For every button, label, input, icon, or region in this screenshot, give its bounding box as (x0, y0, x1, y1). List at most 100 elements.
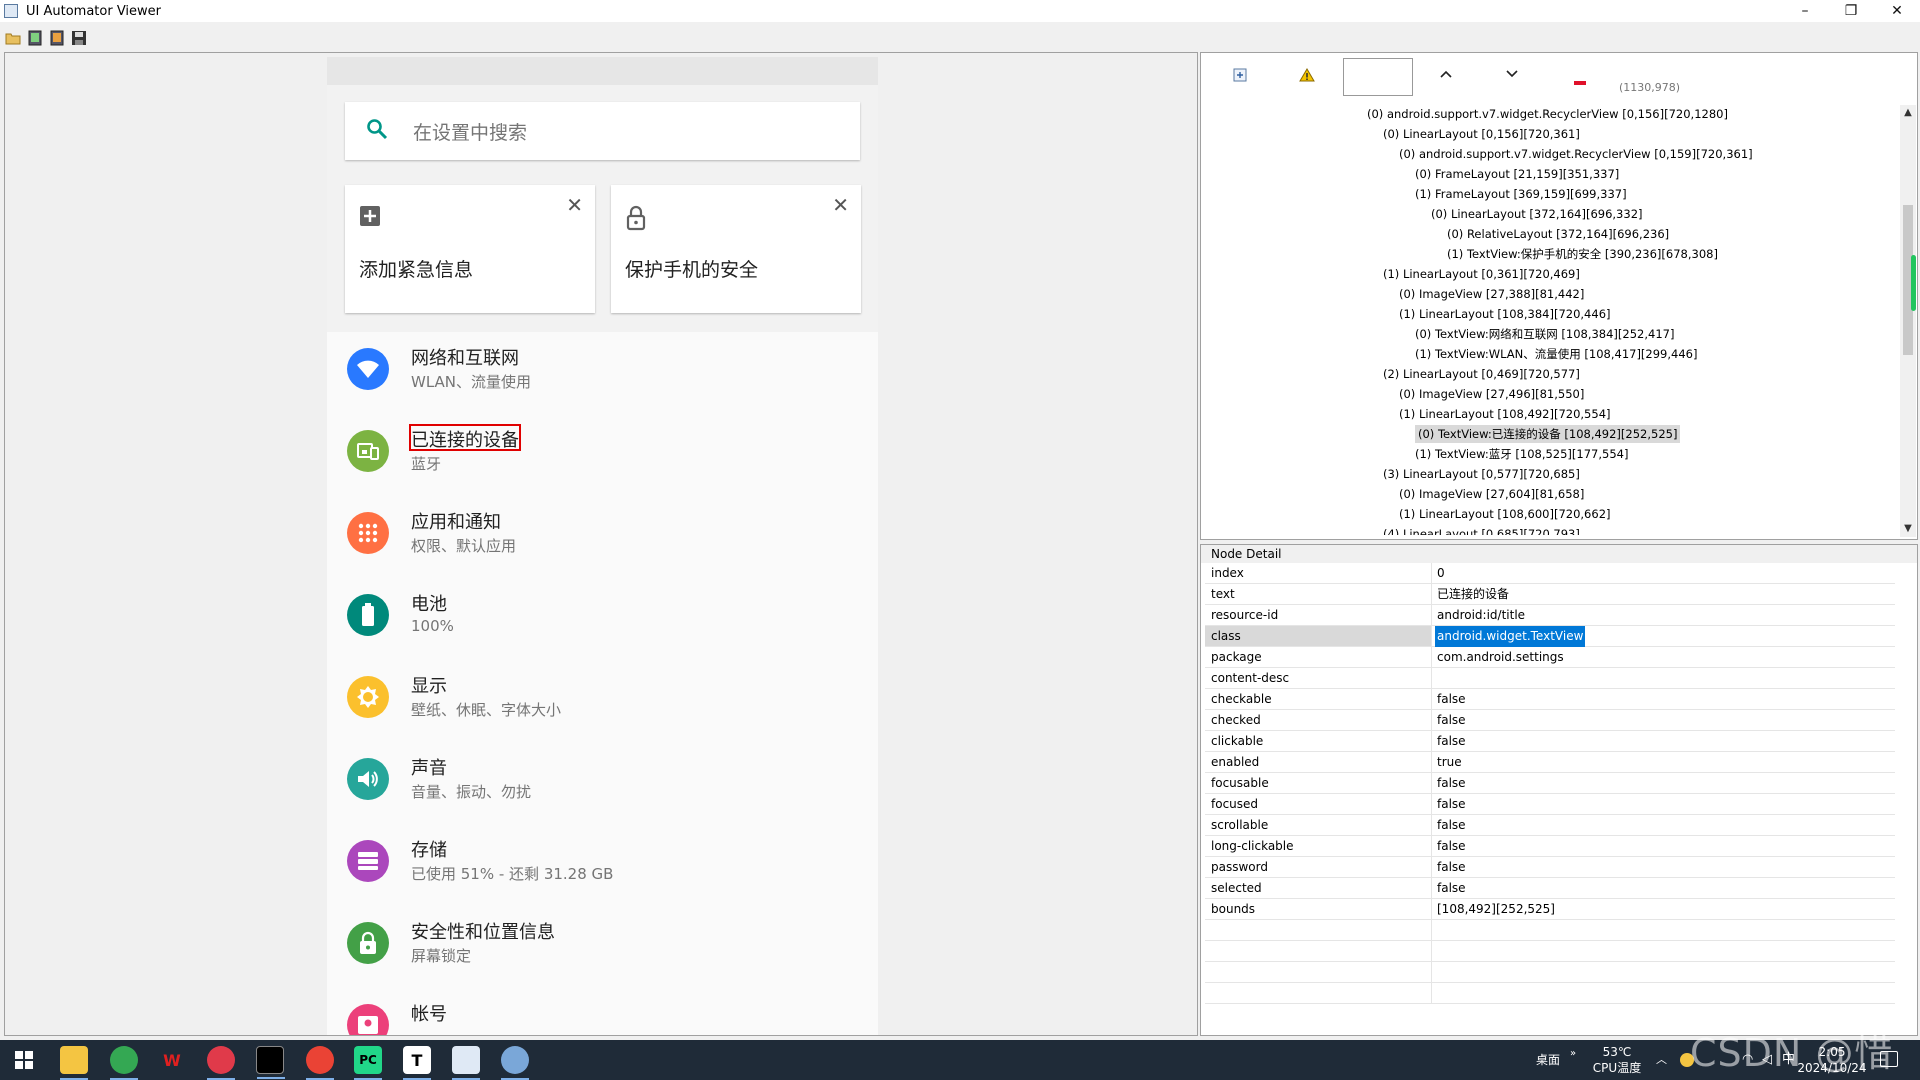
maximize-button[interactable]: ❐ (1828, 0, 1874, 22)
detail-row[interactable]: content-desc (1205, 668, 1895, 689)
browser-icon[interactable] (110, 1046, 138, 1080)
chrome-icon[interactable] (306, 1046, 334, 1080)
tree-node[interactable]: (0) android.support.v7.widget.RecyclerVi… (1399, 145, 1753, 163)
device-screenshot-compressed-icon[interactable] (48, 29, 66, 47)
detail-value[interactable]: false (1437, 689, 1466, 710)
tray-expand-icon[interactable]: ︿ (1656, 1040, 1667, 1080)
close-icon[interactable]: ✕ (832, 193, 849, 217)
minimize-button[interactable]: – (1782, 0, 1828, 22)
tree-node[interactable]: (1) TextView:WLAN、流量使用 [108,417][299,446… (1415, 345, 1697, 363)
settings-item-sound[interactable]: 声音 音量、振动、勿扰 (327, 742, 878, 824)
detail-row[interactable] (1205, 983, 1895, 1004)
detail-row[interactable] (1205, 920, 1895, 941)
detail-row[interactable]: long-clickable false (1205, 836, 1895, 857)
settings-item-security[interactable]: 安全性和位置信息 屏幕锁定 (327, 906, 878, 988)
detail-row[interactable]: selected false (1205, 878, 1895, 899)
detail-row[interactable]: resource-id android:id/title (1205, 605, 1895, 626)
tree-node[interactable]: (1) FrameLayout [369,159][699,337] (1415, 185, 1627, 203)
tree-node[interactable]: (0) ImageView [27,604][81,658] (1399, 485, 1584, 503)
tree-node[interactable]: (0) TextView:已连接的设备 [108,492][252,525] (1415, 425, 1681, 443)
detail-row[interactable]: class android.widget.TextView (1205, 626, 1895, 647)
tree-node[interactable]: (0) ImageView [27,496][81,550] (1399, 385, 1584, 403)
detail-value[interactable]: false (1437, 857, 1466, 878)
detail-row[interactable] (1205, 941, 1895, 962)
more-toolbars-icon[interactable]: » (1570, 1040, 1576, 1080)
warning-icon[interactable] (1299, 67, 1315, 86)
settings-item-connected-devices[interactable]: 已连接的设备 蓝牙 (327, 414, 878, 496)
detail-value[interactable]: true (1437, 752, 1462, 773)
detail-row[interactable]: text 已连接的设备 (1205, 584, 1895, 605)
detail-row[interactable]: index 0 (1205, 563, 1895, 584)
tree-node[interactable]: (0) LinearLayout [0,156][720,361] (1383, 125, 1580, 143)
detail-value[interactable]: com.android.settings (1437, 647, 1564, 668)
detail-value[interactable]: false (1437, 773, 1466, 794)
tree-node[interactable]: (1) LinearLayout [0,361][720,469] (1383, 265, 1580, 283)
detail-row[interactable]: checked false (1205, 710, 1895, 731)
file-explorer-icon[interactable] (60, 1046, 88, 1080)
pycharm-icon[interactable]: PC (354, 1046, 382, 1080)
settings-item-accounts[interactable]: 帐号 (327, 988, 878, 1035)
detail-value[interactable]: false (1437, 710, 1466, 731)
tree-node[interactable]: (1) LinearLayout [108,600][720,662] (1399, 505, 1611, 523)
chevron-up-icon[interactable] (1439, 65, 1453, 84)
tree-node[interactable]: (0) android.support.v7.widget.RecyclerVi… (1367, 105, 1728, 123)
detail-value[interactable]: android.widget.TextView (1435, 626, 1586, 647)
detail-value[interactable]: false (1437, 815, 1466, 836)
wps-icon[interactable]: W (158, 1046, 186, 1074)
detail-row[interactable]: focusable false (1205, 773, 1895, 794)
detail-row[interactable]: enabled true (1205, 752, 1895, 773)
filter-box[interactable] (1343, 58, 1413, 96)
detail-row[interactable]: bounds [108,492][252,525] (1205, 899, 1895, 920)
scroll-up-icon[interactable]: ▲ (1900, 105, 1916, 121)
detail-row[interactable]: clickable false (1205, 731, 1895, 752)
typora-icon[interactable]: T (403, 1046, 431, 1080)
close-icon[interactable]: ✕ (566, 193, 583, 217)
tree-node[interactable]: (1) TextView:蓝牙 [108,525][177,554] (1415, 445, 1628, 463)
detail-value[interactable]: android:id/title (1437, 605, 1525, 626)
detail-row[interactable] (1205, 962, 1895, 983)
save-icon[interactable] (70, 29, 88, 47)
detail-value[interactable]: false (1437, 731, 1466, 752)
settings-item-network[interactable]: 网络和互联网 WLAN、流量使用 (327, 332, 878, 414)
detail-row[interactable]: scrollable false (1205, 815, 1895, 836)
detail-row[interactable]: checkable false (1205, 689, 1895, 710)
chevron-down-icon[interactable] (1505, 65, 1519, 84)
expand-all-icon[interactable] (1233, 67, 1247, 86)
scroll-down-icon[interactable]: ▼ (1900, 521, 1916, 537)
detail-value[interactable]: 已连接的设备 (1437, 584, 1509, 605)
tree-scrollbar[interactable]: ▲ ▼ (1900, 105, 1916, 537)
detail-value[interactable]: false (1437, 794, 1466, 815)
tree-node[interactable]: (0) FrameLayout [21,159][351,337] (1415, 165, 1619, 183)
settings-item-apps[interactable]: 应用和通知 权限、默认应用 (327, 496, 878, 578)
close-button[interactable]: ✕ (1874, 0, 1920, 22)
terminal-icon[interactable] (256, 1046, 285, 1079)
tree-node[interactable]: (0) RelativeLayout [372,164][696,236] (1447, 225, 1669, 243)
tree-node[interactable]: (4) LinearLayout [0,685][720,793] (1383, 525, 1580, 535)
tree-node[interactable]: (3) LinearLayout [0,577][720,685] (1383, 465, 1580, 483)
tree-node[interactable]: (0) TextView:网络和互联网 [108,384][252,417] (1415, 325, 1674, 343)
tree-node[interactable]: (0) LinearLayout [372,164][696,332] (1431, 205, 1643, 223)
detail-value[interactable]: false (1437, 878, 1466, 899)
device-screenshot-icon[interactable] (26, 29, 44, 47)
screenshot-pane[interactable]: 在设置中搜索 ✕ 添加紧急信息 ✕ 保护手机的安全 网络和互联网 WLAN、流量… (4, 52, 1198, 1036)
tree-node[interactable]: (1) LinearLayout [108,492][720,554] (1399, 405, 1611, 423)
emergency-info-card[interactable]: ✕ 添加紧急信息 (345, 185, 595, 313)
hierarchy-tree[interactable]: (0) android.support.v7.widget.RecyclerVi… (1209, 105, 1897, 535)
tree-node[interactable]: (0) ImageView [27,388][81,442] (1399, 285, 1584, 303)
settings-item-battery[interactable]: 电池 100% (327, 578, 878, 660)
device-screen[interactable]: 在设置中搜索 ✕ 添加紧急信息 ✕ 保护手机的安全 网络和互联网 WLAN、流量… (327, 57, 878, 1035)
settings-item-storage[interactable]: 存储 已使用 51% - 还剩 31.28 GB (327, 824, 878, 906)
minus-icon[interactable] (1573, 71, 1587, 90)
detail-value[interactable]: false (1437, 836, 1466, 857)
music-app-icon[interactable] (207, 1046, 235, 1080)
detail-row[interactable]: password false (1205, 857, 1895, 878)
desktop-toolbar-label[interactable]: 桌面 (1536, 1040, 1560, 1080)
open-folder-icon[interactable] (4, 29, 22, 47)
tree-node[interactable]: (1) LinearLayout [108,384][720,446] (1399, 305, 1611, 323)
settings-item-display[interactable]: 显示 壁纸、休眠、字体大小 (327, 660, 878, 742)
detail-row[interactable]: package com.android.settings (1205, 647, 1895, 668)
windows-start-icon[interactable] (10, 1046, 38, 1074)
app-icon[interactable] (501, 1046, 529, 1080)
detail-row[interactable]: focused false (1205, 794, 1895, 815)
tree-node[interactable]: (2) LinearLayout [0,469][720,577] (1383, 365, 1580, 383)
